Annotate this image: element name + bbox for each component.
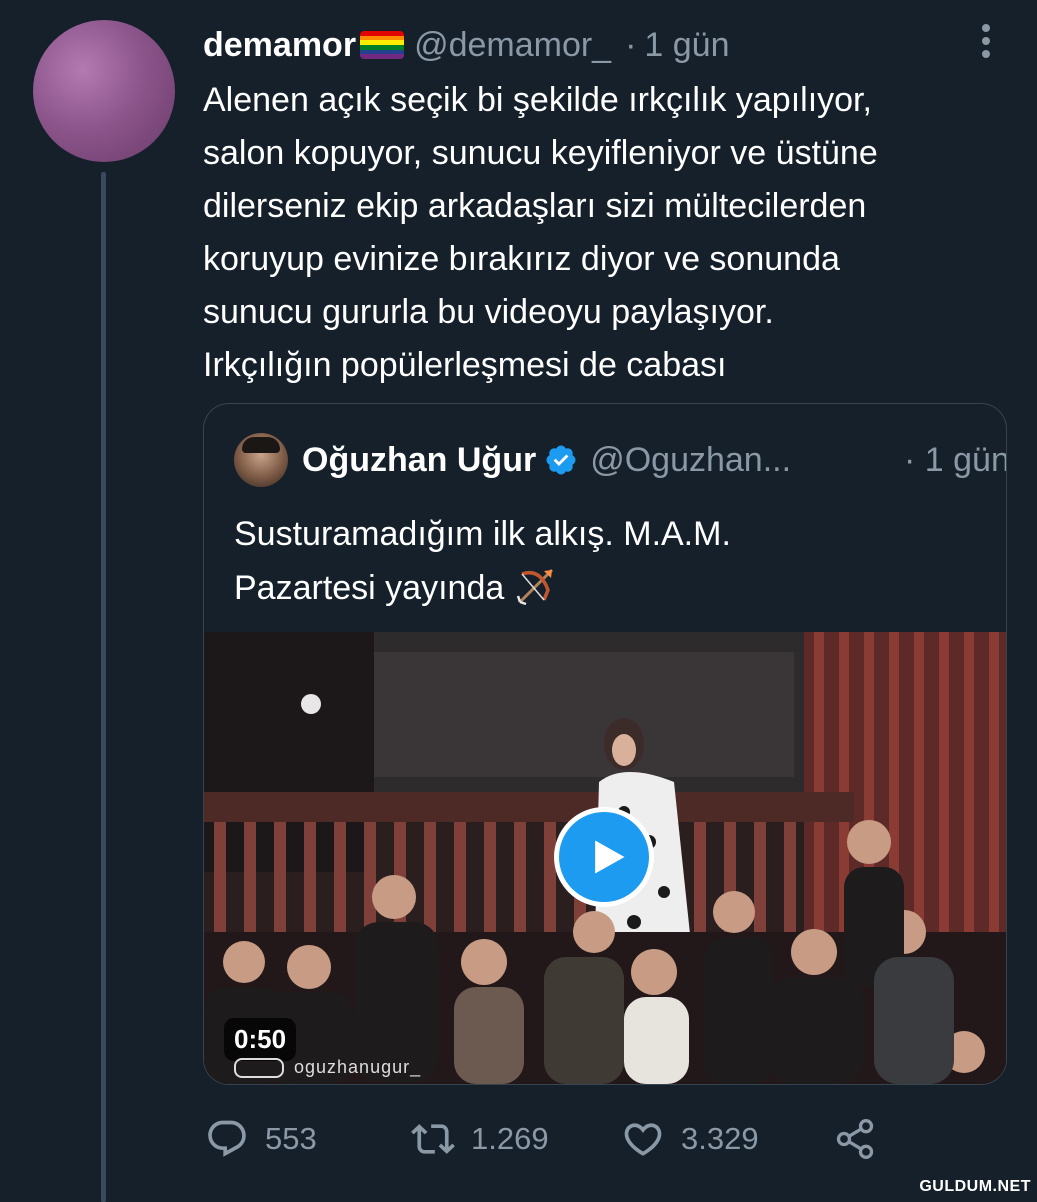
reply-icon [208,1120,246,1157]
instagram-icon [234,1057,284,1078]
quoted-text: Susturamadığım ilk alkış. M.A.M. Pazarte… [234,507,731,615]
handle[interactable]: @demamor_ [414,26,611,65]
quoted-timestamp[interactable]: · 1 gün [904,432,1006,488]
video-player[interactable]: 0:50 oguzhanugur_ [204,632,1006,1084]
verified-icon [544,443,578,477]
timestamp[interactable]: 1 gün [644,26,729,65]
watermark-text: oguzhanugur_ [294,1057,422,1077]
quoted-text-line-wrapper: Pazartesi yayında [234,561,731,615]
thread-line [101,172,106,1202]
tweet-text-line: dilerseniz ekip arkadaşları sizi mülteci… [203,187,867,225]
quoted-avatar[interactable] [234,433,288,487]
reply-button[interactable]: 553 [205,1112,317,1166]
share-icon [836,1119,874,1159]
share-button[interactable] [833,1112,877,1166]
quoted-tweet[interactable]: Oğuzhan Uğur @Oguzhan... · 1 gün Sustura… [203,403,1007,1085]
more-icon[interactable] [982,24,992,58]
play-icon [595,840,625,874]
tweet-text-line: salon kopuyor, sunucu keyifleniyor ve üs… [203,134,878,172]
quoted-text-line: Pazartesi yayında [234,569,505,607]
tweet-header: demamor @demamor_ · 1 gün [203,22,730,68]
tweet-text-line: koruyup evinize bırakırız diyor ve sonun… [203,240,840,278]
reply-count: 553 [265,1121,317,1156]
bow-and-arrow-icon [514,564,558,608]
avatar[interactable] [33,20,175,162]
display-name[interactable]: demamor [203,26,356,65]
quoted-handle[interactable]: @Oguzhan... [590,441,791,480]
site-watermark: GULDUM.NET [919,1178,1031,1195]
tweet-text: Alenen açık seçik bi şekilde ırkçılık ya… [203,74,1003,392]
tweet-text-line: sunucu gururla bu videoyu paylaşıyor. [203,293,774,331]
retweet-count: 1.269 [471,1121,549,1156]
quoted-tweet-header: Oğuzhan Uğur @Oguzhan... · 1 gün [234,432,1006,488]
like-button[interactable]: 3.329 [621,1112,759,1166]
rainbow-flag-icon [360,31,405,59]
video-duration: 0:50 [224,1018,297,1061]
like-icon [624,1123,662,1156]
action-bar: 553 1.269 3.329 [205,1112,885,1166]
quoted-text-line: Susturamadığım ilk alkış. M.A.M. [234,515,731,553]
separator: · [625,25,637,64]
tweet-text-line: Irkçılığın popülerleşmesi de cabası [203,346,727,384]
tweet-text-line: Alenen açık seçik bi şekilde ırkçılık ya… [203,81,872,119]
like-count: 3.329 [681,1121,759,1156]
quoted-display-name[interactable]: Oğuzhan Uğur [302,441,536,480]
retweet-icon [411,1124,455,1154]
video-watermark: oguzhanugur_ [234,1057,421,1078]
play-button[interactable] [554,807,654,907]
retweet-button[interactable]: 1.269 [411,1112,549,1166]
